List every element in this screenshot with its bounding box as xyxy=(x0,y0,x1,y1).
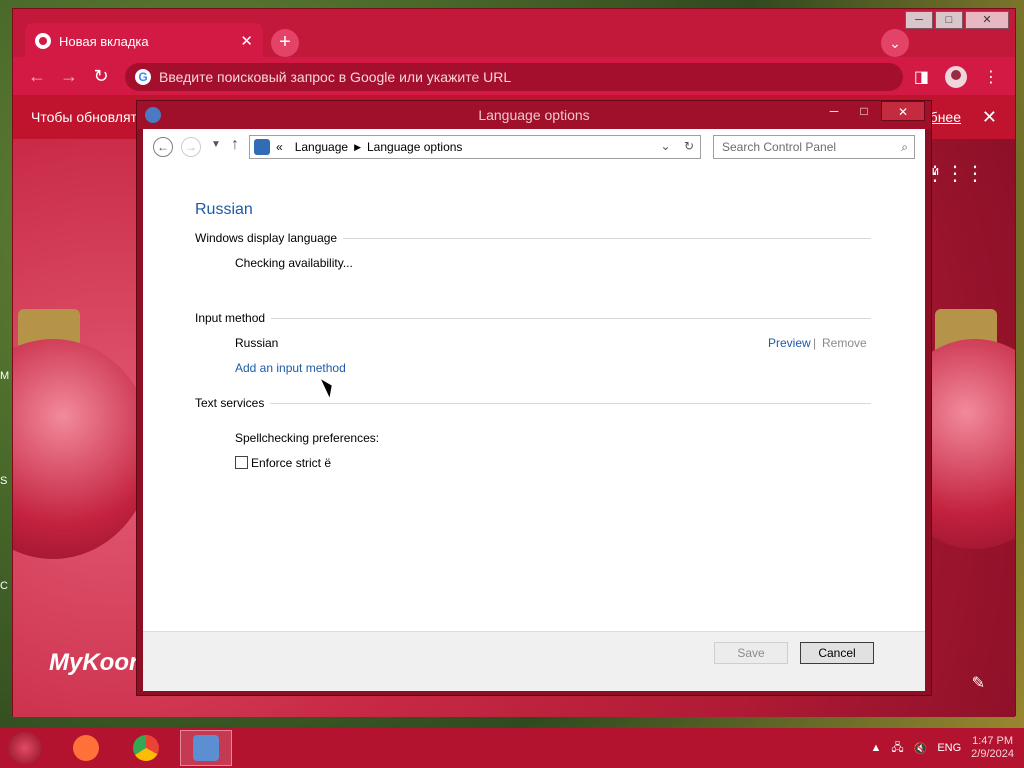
side-panel-icon[interactable]: ◨ xyxy=(914,67,929,87)
menu-icon[interactable]: ⋮ xyxy=(983,67,999,87)
dialog-titlebar: Language options ─ □ ✕ xyxy=(137,101,931,129)
address-bar[interactable]: « Language ▶ Language options ⌄ ↻ xyxy=(249,135,701,159)
window-controls: ─ □ ✕ xyxy=(905,11,1009,29)
chrome-titlebar: Новая вкладка ✕ + ⌄ ─ □ ✕ xyxy=(13,9,1015,59)
tab-search-button[interactable]: ⌄ xyxy=(881,29,909,57)
ornament-image xyxy=(13,339,153,559)
forward-icon[interactable]: → xyxy=(181,137,201,157)
volume-muted-icon[interactable]: 🔇 xyxy=(914,742,928,755)
desktop-icon-label: M xyxy=(0,370,10,382)
infobar-close-icon[interactable]: ✕ xyxy=(982,107,997,128)
google-icon: G xyxy=(135,69,151,85)
toolbar-right: ◨ ⋮ xyxy=(914,66,999,88)
save-button[interactable]: Save xyxy=(714,642,788,664)
desktop-icon-label: S xyxy=(0,475,8,487)
divider xyxy=(343,237,871,239)
profile-avatar[interactable] xyxy=(945,66,967,88)
show-hidden-icons-icon[interactable]: ▲ xyxy=(870,742,881,754)
chrome-icon xyxy=(133,735,159,761)
maximize-button[interactable]: □ xyxy=(851,101,877,121)
control-panel-icon xyxy=(193,735,219,761)
clock[interactable]: 1:47 PM 2/9/2024 xyxy=(971,735,1014,761)
clock-date: 2/9/2024 xyxy=(971,748,1014,760)
chevron-right-icon[interactable]: ▶ xyxy=(354,142,361,153)
new-tab-button[interactable]: + xyxy=(271,29,299,57)
close-tab-icon[interactable]: ✕ xyxy=(240,32,253,50)
chrome-icon xyxy=(35,33,51,49)
omnibox[interactable]: G Введите поисковый запрос в Google или … xyxy=(125,63,903,91)
spellcheck-label: Spellchecking preferences: xyxy=(235,431,380,445)
minimize-button[interactable]: ─ xyxy=(905,11,933,29)
link-separator: | xyxy=(813,336,817,350)
enforce-strict-label[interactable]: Enforce strict ё xyxy=(251,456,331,470)
remove-link[interactable]: Remove xyxy=(822,336,867,350)
input-language[interactable]: ENG xyxy=(937,742,961,754)
input-method-section: Input method xyxy=(195,311,871,325)
divider xyxy=(270,402,871,404)
desktop-icon-label: C xyxy=(0,580,8,592)
clock-time: 1:47 PM xyxy=(972,735,1014,747)
control-panel-icon xyxy=(254,139,270,155)
dialog-title: Language options xyxy=(478,107,590,123)
breadcrumb-language-options[interactable]: Language options xyxy=(367,140,462,154)
taskbar: ▲ 🖧 🔇 ENG 1:47 PM 2/9/2024 xyxy=(0,728,1024,768)
language-options-window: Language options ─ □ ✕ ← → ▼ ↑ « Languag… xyxy=(136,100,932,696)
preview-link[interactable]: Preview xyxy=(768,336,811,350)
up-icon[interactable]: ↑ xyxy=(231,136,239,154)
input-method-name: Russian xyxy=(235,336,279,350)
section-heading: Input method xyxy=(195,311,266,325)
maximize-button[interactable]: □ xyxy=(935,11,963,29)
close-window-button[interactable]: ✕ xyxy=(881,101,925,121)
control-panel-icon xyxy=(145,107,161,123)
tab-title: Новая вкладка xyxy=(59,33,149,49)
pencil-icon[interactable]: ✎ xyxy=(972,673,985,693)
breadcrumb-language[interactable]: Language xyxy=(295,140,348,154)
forward-icon[interactable]: → xyxy=(53,66,85,87)
infobar-text: Чтобы обновлять xyxy=(31,109,145,125)
breadcrumb-overflow[interactable]: « xyxy=(276,140,283,154)
search-input[interactable]: Search Control Panel ⌕ xyxy=(713,135,915,159)
search-placeholder: Search Control Panel xyxy=(722,140,837,154)
back-icon[interactable]: ← xyxy=(153,137,173,157)
add-input-method-link[interactable]: Add an input method xyxy=(235,361,346,375)
availability-status: Checking availability... xyxy=(235,256,353,270)
search-icon[interactable]: ⌕ xyxy=(901,136,908,158)
section-heading: Windows display language xyxy=(195,231,338,245)
dialog-footer: Save Cancel xyxy=(143,631,925,691)
address-row: ← → ▼ ↑ « Language ▶ Language options ⌄ … xyxy=(143,129,925,165)
dialog-window-controls: ─ □ ✕ xyxy=(821,101,925,121)
back-icon[interactable]: ← xyxy=(21,66,53,87)
taskbar-control-panel[interactable] xyxy=(180,730,232,766)
divider xyxy=(271,317,871,319)
brand-logo: MyKoor xyxy=(49,649,139,676)
apps-grid-icon[interactable]: ⋮⋮⋮ xyxy=(925,161,985,186)
system-tray: ▲ 🖧 🔇 ENG 1:47 PM 2/9/2024 xyxy=(870,732,1014,764)
tab-new-tab[interactable]: Новая вкладка ✕ xyxy=(25,23,263,59)
start-button[interactable] xyxy=(8,732,42,764)
chrome-toolbar: ← → ↻ G Введите поисковый запрос в Googl… xyxy=(13,57,1015,95)
dialog-body: ← → ▼ ↑ « Language ▶ Language options ⌄ … xyxy=(143,129,925,691)
language-title: Russian xyxy=(195,201,253,218)
chevron-down-icon[interactable]: ⌄ xyxy=(661,139,671,153)
language-options-content: Russian Windows display language Checkin… xyxy=(143,165,925,631)
text-services-section: Text services xyxy=(195,396,871,410)
firefox-icon xyxy=(73,735,99,761)
enforce-strict-checkbox[interactable] xyxy=(235,456,248,469)
omnibox-placeholder: Введите поисковый запрос в Google или ук… xyxy=(159,69,512,85)
display-language-section: Windows display language xyxy=(195,231,871,245)
recent-locations-icon[interactable]: ▼ xyxy=(211,139,221,150)
close-window-button[interactable]: ✕ xyxy=(965,11,1009,29)
refresh-icon[interactable]: ↻ xyxy=(684,139,694,153)
minimize-button[interactable]: ─ xyxy=(821,101,847,121)
taskbar-chrome[interactable] xyxy=(120,730,172,766)
network-icon[interactable]: 🖧 xyxy=(891,739,903,758)
reload-icon[interactable]: ↻ xyxy=(85,66,117,87)
taskbar-firefox[interactable] xyxy=(60,730,112,766)
cancel-button[interactable]: Cancel xyxy=(800,642,874,664)
section-heading: Text services xyxy=(195,396,265,410)
